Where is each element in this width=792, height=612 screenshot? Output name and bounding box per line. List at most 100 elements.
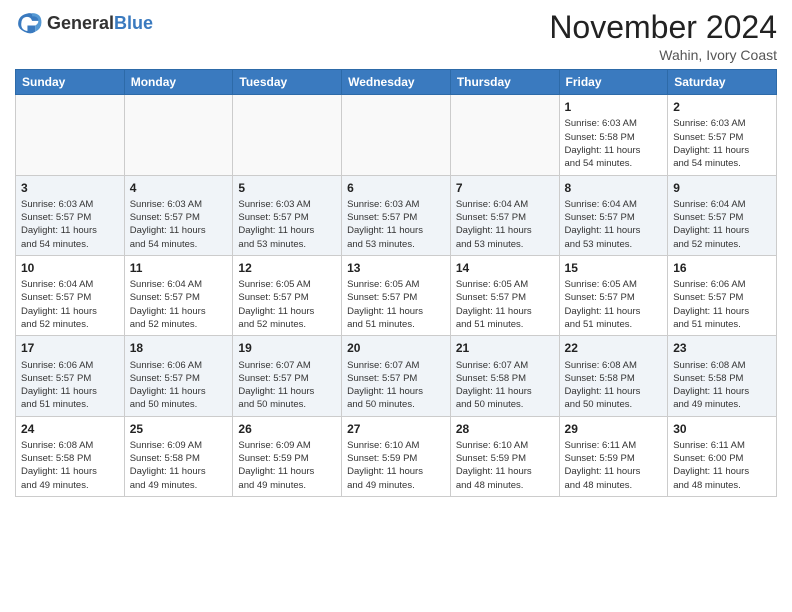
day-number: 30	[673, 421, 771, 437]
calendar-cell: 21 Sunrise: 6:07 AM Sunset: 5:58 PM Dayli…	[450, 336, 559, 416]
calendar-cell: 5 Sunrise: 6:03 AM Sunset: 5:57 PM Daylig…	[233, 175, 342, 255]
calendar-cell: 14Sunrise: 6:05 AM Sunset: 5:57 PM Dayli…	[450, 255, 559, 335]
logo-text: GeneralBlue	[47, 14, 153, 34]
day-number: 15	[565, 260, 663, 276]
calendar-cell: 22 Sunrise: 6:08 AM Sunset: 5:58 PM Dayli…	[559, 336, 668, 416]
logo: GeneralBlue	[15, 10, 153, 38]
logo-general: General	[47, 13, 114, 33]
day-info: Sunrise: 6:04 AM Sunset: 5:57 PM Dayligh…	[565, 198, 663, 251]
calendar-cell: 3 Sunrise: 6:03 AM Sunset: 5:57 PM Daylig…	[16, 175, 125, 255]
month-title: November 2024	[549, 10, 777, 45]
calendar-cell: 30 Sunrise: 6:11 AM Sunset: 6:00 PM Dayli…	[668, 416, 777, 496]
calendar-row-5: 24Sunrise: 6:08 AM Sunset: 5:58 PM Dayli…	[16, 416, 777, 496]
calendar-cell	[450, 95, 559, 175]
day-info: Sunrise: 6:05 AM Sunset: 5:57 PM Dayligh…	[565, 278, 663, 331]
calendar-cell: 24Sunrise: 6:08 AM Sunset: 5:58 PM Dayli…	[16, 416, 125, 496]
page: GeneralBlue November 2024 Wahin, Ivory C…	[0, 0, 792, 512]
calendar-cell: 25 Sunrise: 6:09 AM Sunset: 5:58 PM Dayli…	[124, 416, 233, 496]
calendar-cell: 2 Sunrise: 6:03 AM Sunset: 5:57 PM Daylig…	[668, 95, 777, 175]
header-friday: Friday	[559, 70, 668, 95]
day-info: Sunrise: 6:05 AM Sunset: 5:57 PM Dayligh…	[238, 278, 336, 331]
header-thursday: Thursday	[450, 70, 559, 95]
day-number: 12	[238, 260, 336, 276]
calendar-cell: 28 Sunrise: 6:10 AM Sunset: 5:59 PM Dayli…	[450, 416, 559, 496]
weekday-header-row: Sunday Monday Tuesday Wednesday Thursday…	[16, 70, 777, 95]
day-number: 3	[21, 180, 119, 196]
header-tuesday: Tuesday	[233, 70, 342, 95]
day-number: 11	[130, 260, 228, 276]
day-info: Sunrise: 6:11 AM Sunset: 5:59 PM Dayligh…	[565, 439, 663, 492]
day-info: Sunrise: 6:03 AM Sunset: 5:57 PM Dayligh…	[347, 198, 445, 251]
day-info: Sunrise: 6:06 AM Sunset: 5:57 PM Dayligh…	[130, 359, 228, 412]
day-number: 2	[673, 99, 771, 115]
calendar-cell: 20 Sunrise: 6:07 AM Sunset: 5:57 PM Dayli…	[342, 336, 451, 416]
calendar-row-3: 10Sunrise: 6:04 AM Sunset: 5:57 PM Dayli…	[16, 255, 777, 335]
logo-icon	[15, 10, 43, 38]
day-number: 22	[565, 340, 663, 356]
calendar-cell: 19 Sunrise: 6:07 AM Sunset: 5:57 PM Dayli…	[233, 336, 342, 416]
calendar-cell	[342, 95, 451, 175]
calendar-cell: 29 Sunrise: 6:11 AM Sunset: 5:59 PM Dayli…	[559, 416, 668, 496]
header-saturday: Saturday	[668, 70, 777, 95]
day-info: Sunrise: 6:08 AM Sunset: 5:58 PM Dayligh…	[565, 359, 663, 412]
day-info: Sunrise: 6:09 AM Sunset: 5:59 PM Dayligh…	[238, 439, 336, 492]
day-info: Sunrise: 6:09 AM Sunset: 5:58 PM Dayligh…	[130, 439, 228, 492]
day-number: 4	[130, 180, 228, 196]
day-number: 9	[673, 180, 771, 196]
day-info: Sunrise: 6:05 AM Sunset: 5:57 PM Dayligh…	[456, 278, 554, 331]
calendar: Sunday Monday Tuesday Wednesday Thursday…	[15, 69, 777, 497]
day-info: Sunrise: 6:07 AM Sunset: 5:57 PM Dayligh…	[238, 359, 336, 412]
day-info: Sunrise: 6:07 AM Sunset: 5:58 PM Dayligh…	[456, 359, 554, 412]
day-number: 5	[238, 180, 336, 196]
day-number: 20	[347, 340, 445, 356]
calendar-cell: 27Sunrise: 6:10 AM Sunset: 5:59 PM Dayli…	[342, 416, 451, 496]
day-info: Sunrise: 6:03 AM Sunset: 5:57 PM Dayligh…	[238, 198, 336, 251]
calendar-cell: 1 Sunrise: 6:03 AM Sunset: 5:58 PM Daylig…	[559, 95, 668, 175]
day-number: 8	[565, 180, 663, 196]
calendar-row-4: 17 Sunrise: 6:06 AM Sunset: 5:57 PM Dayli…	[16, 336, 777, 416]
day-info: Sunrise: 6:07 AM Sunset: 5:57 PM Dayligh…	[347, 359, 445, 412]
day-info: Sunrise: 6:06 AM Sunset: 5:57 PM Dayligh…	[21, 359, 119, 412]
calendar-cell: 4 Sunrise: 6:03 AM Sunset: 5:57 PM Daylig…	[124, 175, 233, 255]
calendar-cell: 8 Sunrise: 6:04 AM Sunset: 5:57 PM Daylig…	[559, 175, 668, 255]
day-number: 26	[238, 421, 336, 437]
logo-blue: Blue	[114, 13, 153, 33]
title-block: November 2024 Wahin, Ivory Coast	[549, 10, 777, 63]
day-info: Sunrise: 6:03 AM Sunset: 5:57 PM Dayligh…	[673, 117, 771, 170]
calendar-cell: 16Sunrise: 6:06 AM Sunset: 5:57 PM Dayli…	[668, 255, 777, 335]
day-number: 21	[456, 340, 554, 356]
day-number: 28	[456, 421, 554, 437]
day-info: Sunrise: 6:03 AM Sunset: 5:58 PM Dayligh…	[565, 117, 663, 170]
calendar-cell	[16, 95, 125, 175]
calendar-cell: 17 Sunrise: 6:06 AM Sunset: 5:57 PM Dayli…	[16, 336, 125, 416]
calendar-cell: 11Sunrise: 6:04 AM Sunset: 5:57 PM Dayli…	[124, 255, 233, 335]
calendar-cell: 9 Sunrise: 6:04 AM Sunset: 5:57 PM Daylig…	[668, 175, 777, 255]
day-number: 25	[130, 421, 228, 437]
calendar-cell	[233, 95, 342, 175]
calendar-row-2: 3 Sunrise: 6:03 AM Sunset: 5:57 PM Daylig…	[16, 175, 777, 255]
calendar-cell	[124, 95, 233, 175]
day-number: 10	[21, 260, 119, 276]
calendar-row-1: 1 Sunrise: 6:03 AM Sunset: 5:58 PM Daylig…	[16, 95, 777, 175]
day-number: 7	[456, 180, 554, 196]
calendar-cell: 18Sunrise: 6:06 AM Sunset: 5:57 PM Dayli…	[124, 336, 233, 416]
day-info: Sunrise: 6:04 AM Sunset: 5:57 PM Dayligh…	[456, 198, 554, 251]
header-monday: Monday	[124, 70, 233, 95]
day-number: 29	[565, 421, 663, 437]
day-info: Sunrise: 6:08 AM Sunset: 5:58 PM Dayligh…	[673, 359, 771, 412]
day-info: Sunrise: 6:04 AM Sunset: 5:57 PM Dayligh…	[673, 198, 771, 251]
calendar-cell: 6Sunrise: 6:03 AM Sunset: 5:57 PM Daylig…	[342, 175, 451, 255]
day-info: Sunrise: 6:10 AM Sunset: 5:59 PM Dayligh…	[347, 439, 445, 492]
day-number: 23	[673, 340, 771, 356]
day-info: Sunrise: 6:03 AM Sunset: 5:57 PM Dayligh…	[130, 198, 228, 251]
day-info: Sunrise: 6:03 AM Sunset: 5:57 PM Dayligh…	[21, 198, 119, 251]
day-number: 1	[565, 99, 663, 115]
day-info: Sunrise: 6:05 AM Sunset: 5:57 PM Dayligh…	[347, 278, 445, 331]
day-info: Sunrise: 6:10 AM Sunset: 5:59 PM Dayligh…	[456, 439, 554, 492]
calendar-cell: 23 Sunrise: 6:08 AM Sunset: 5:58 PM Dayli…	[668, 336, 777, 416]
day-info: Sunrise: 6:11 AM Sunset: 6:00 PM Dayligh…	[673, 439, 771, 492]
day-number: 19	[238, 340, 336, 356]
calendar-cell: 7 Sunrise: 6:04 AM Sunset: 5:57 PM Daylig…	[450, 175, 559, 255]
calendar-cell: 12 Sunrise: 6:05 AM Sunset: 5:57 PM Dayli…	[233, 255, 342, 335]
day-number: 17	[21, 340, 119, 356]
